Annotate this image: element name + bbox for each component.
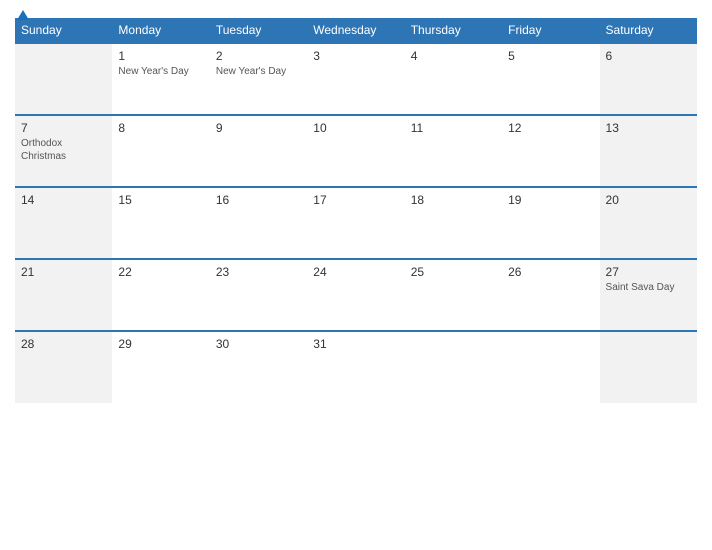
day-number: 4 bbox=[411, 49, 496, 63]
calendar-cell: 29 bbox=[112, 331, 209, 403]
day-number: 1 bbox=[118, 49, 203, 63]
calendar-table: SundayMondayTuesdayWednesdayThursdayFrid… bbox=[15, 18, 697, 403]
day-number: 14 bbox=[21, 193, 106, 207]
logo bbox=[15, 10, 29, 20]
calendar-cell: 16 bbox=[210, 187, 307, 259]
day-number: 26 bbox=[508, 265, 593, 279]
day-header-friday: Friday bbox=[502, 18, 599, 43]
calendar-cell: 15 bbox=[112, 187, 209, 259]
day-header-tuesday: Tuesday bbox=[210, 18, 307, 43]
day-number: 3 bbox=[313, 49, 398, 63]
calendar-cell: 1 New Year's Day bbox=[112, 43, 209, 115]
week-row-0: 1 New Year's Day 2 New Year's Day 3456 bbox=[15, 43, 697, 115]
day-number: 10 bbox=[313, 121, 398, 135]
day-number: 17 bbox=[313, 193, 398, 207]
holiday-label: Orthodox Christmas bbox=[21, 137, 106, 163]
calendar-cell: 31 bbox=[307, 331, 404, 403]
logo-triangle-icon bbox=[17, 10, 29, 20]
calendar-cell: 22 bbox=[112, 259, 209, 331]
calendar-cell: 11 bbox=[405, 115, 502, 187]
day-number: 22 bbox=[118, 265, 203, 279]
calendar-cell: 17 bbox=[307, 187, 404, 259]
day-header-wednesday: Wednesday bbox=[307, 18, 404, 43]
logo-line bbox=[15, 10, 29, 20]
calendar-cell bbox=[405, 331, 502, 403]
day-number: 6 bbox=[606, 49, 691, 63]
day-number: 15 bbox=[118, 193, 203, 207]
calendar-cell bbox=[600, 331, 697, 403]
day-number: 12 bbox=[508, 121, 593, 135]
calendar-cell: 28 bbox=[15, 331, 112, 403]
day-number: 20 bbox=[606, 193, 691, 207]
calendar-cell: 9 bbox=[210, 115, 307, 187]
holiday-label: New Year's Day bbox=[216, 65, 301, 78]
day-number: 9 bbox=[216, 121, 301, 135]
calendar-cell: 8 bbox=[112, 115, 209, 187]
calendar-cell: 27 Saint Sava Day bbox=[600, 259, 697, 331]
calendar-cell: 2 New Year's Day bbox=[210, 43, 307, 115]
day-header-thursday: Thursday bbox=[405, 18, 502, 43]
calendar-cell: 4 bbox=[405, 43, 502, 115]
day-number: 19 bbox=[508, 193, 593, 207]
calendar-cell bbox=[15, 43, 112, 115]
calendar-cell: 24 bbox=[307, 259, 404, 331]
week-row-3: 21 22 23 24 25 26 27 Saint Sava Day bbox=[15, 259, 697, 331]
day-number: 24 bbox=[313, 265, 398, 279]
calendar-cell: 14 bbox=[15, 187, 112, 259]
day-number: 13 bbox=[606, 121, 691, 135]
calendar-cell bbox=[502, 331, 599, 403]
day-number: 31 bbox=[313, 337, 398, 351]
calendar-cell: 3 bbox=[307, 43, 404, 115]
calendar-cell: 5 bbox=[502, 43, 599, 115]
calendar-cell: 30 bbox=[210, 331, 307, 403]
calendar-cell: 6 bbox=[600, 43, 697, 115]
week-row-1: 7 Orthodox Christmas 89 10 11 12 13 bbox=[15, 115, 697, 187]
week-row-4: 28 29 30 31 bbox=[15, 331, 697, 403]
day-number: 23 bbox=[216, 265, 301, 279]
day-header-monday: Monday bbox=[112, 18, 209, 43]
week-row-2: 14 15 16 17 18 19 20 bbox=[15, 187, 697, 259]
day-number: 30 bbox=[216, 337, 301, 351]
day-number: 28 bbox=[21, 337, 106, 351]
calendar-cell: 10 bbox=[307, 115, 404, 187]
day-number: 8 bbox=[118, 121, 203, 135]
calendar-cell: 25 bbox=[405, 259, 502, 331]
calendar-cell: 18 bbox=[405, 187, 502, 259]
day-header-sunday: Sunday bbox=[15, 18, 112, 43]
day-number: 5 bbox=[508, 49, 593, 63]
day-number: 27 bbox=[606, 265, 691, 279]
calendar-cell: 12 bbox=[502, 115, 599, 187]
day-number: 21 bbox=[21, 265, 106, 279]
days-header-row: SundayMondayTuesdayWednesdayThursdayFrid… bbox=[15, 18, 697, 43]
calendar-cell: 20 bbox=[600, 187, 697, 259]
calendar-cell: 19 bbox=[502, 187, 599, 259]
calendar-cell: 21 bbox=[15, 259, 112, 331]
calendar-cell: 13 bbox=[600, 115, 697, 187]
calendar-cell: 23 bbox=[210, 259, 307, 331]
holiday-label: Saint Sava Day bbox=[606, 281, 691, 294]
calendar-cell: 7 Orthodox Christmas bbox=[15, 115, 112, 187]
day-header-saturday: Saturday bbox=[600, 18, 697, 43]
day-number: 25 bbox=[411, 265, 496, 279]
calendar-container: SundayMondayTuesdayWednesdayThursdayFrid… bbox=[0, 0, 712, 550]
calendar-cell: 26 bbox=[502, 259, 599, 331]
day-number: 11 bbox=[411, 121, 496, 135]
holiday-label: New Year's Day bbox=[118, 65, 203, 78]
day-number: 7 bbox=[21, 121, 106, 135]
day-number: 2 bbox=[216, 49, 301, 63]
day-number: 16 bbox=[216, 193, 301, 207]
day-number: 18 bbox=[411, 193, 496, 207]
day-number: 29 bbox=[118, 337, 203, 351]
